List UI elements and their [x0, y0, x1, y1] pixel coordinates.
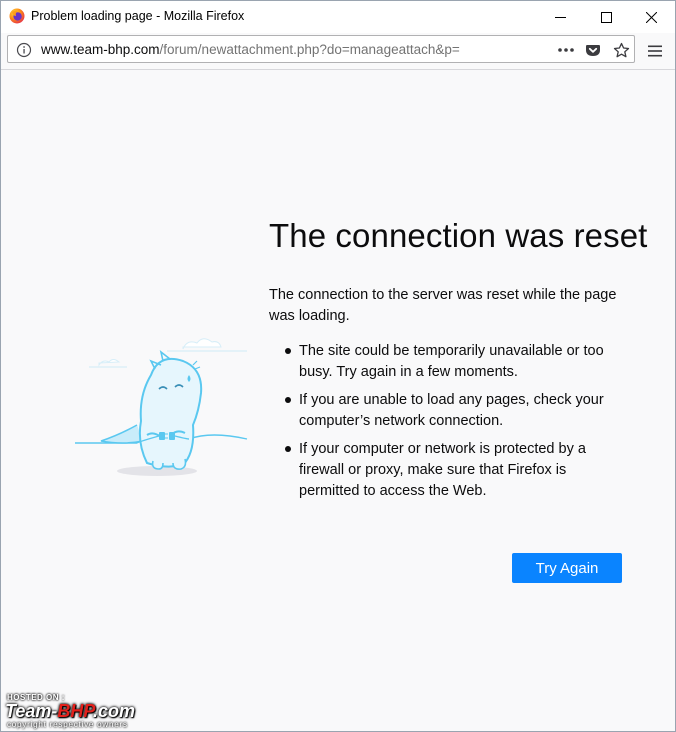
- maximize-button[interactable]: [583, 1, 629, 33]
- star-icon[interactable]: [611, 40, 631, 60]
- error-title: The connection was reset: [269, 217, 648, 254]
- list-item: If you are unable to load any pages, che…: [269, 390, 629, 432]
- watermark-brand-part3: .com: [93, 701, 136, 721]
- browser-window: Problem loading page - Mozilla Firefox w…: [0, 0, 676, 732]
- team-bhp-watermark: HOSTED ON : Team-BHP.com copyright respe…: [5, 691, 205, 729]
- info-icon[interactable]: [16, 42, 32, 58]
- list-item: If your computer or network is protected…: [269, 439, 629, 502]
- hamburger-icon[interactable]: [645, 41, 665, 61]
- window-title: Problem loading page - Mozilla Firefox: [31, 9, 245, 23]
- list-item-text: If your computer or network is protected…: [299, 441, 586, 499]
- watermark-brand-part1: Team-: [5, 701, 58, 721]
- error-description: The connection to the server was reset w…: [269, 287, 617, 324]
- list-item-text: The site could be temporarily unavailabl…: [299, 343, 604, 380]
- close-icon: [645, 11, 657, 23]
- error-page: The connection was reset The connection …: [1, 70, 675, 731]
- nav-bar: www.team-bhp.com/forum/newattachment.php…: [1, 33, 675, 70]
- watermark-brand-part2: BHP: [57, 701, 94, 721]
- try-again-button[interactable]: Try Again: [512, 553, 622, 583]
- minimize-button[interactable]: [537, 1, 583, 33]
- pocket-icon[interactable]: [583, 40, 603, 60]
- firefox-icon: [9, 8, 25, 24]
- url-text[interactable]: www.team-bhp.com/forum/newattachment.php…: [41, 42, 460, 57]
- url-path: /forum/newattachment.php?do=manageattach…: [159, 42, 460, 57]
- list-item: The site could be temporarily unavailabl…: [269, 341, 629, 383]
- url-host: www.team-bhp.com: [41, 42, 160, 57]
- bullet-icon: [285, 348, 291, 354]
- list-item-text: If you are unable to load any pages, che…: [299, 392, 604, 429]
- minimize-icon: [554, 12, 566, 23]
- unplugged-dinosaur-illustration: [71, 335, 251, 480]
- maximize-icon: [600, 11, 612, 23]
- watermark-copyright: copyright respective owners: [7, 720, 128, 729]
- url-bar[interactable]: www.team-bhp.com/forum/newattachment.php…: [7, 35, 635, 63]
- more-dots-icon[interactable]: [556, 40, 576, 60]
- bullet-icon: [285, 397, 291, 403]
- close-button[interactable]: [628, 1, 674, 33]
- watermark-brand: Team-BHP.com: [5, 701, 135, 722]
- title-bar: Problem loading page - Mozilla Firefox: [1, 1, 675, 33]
- bullet-icon: [285, 446, 291, 452]
- error-suggestions-list: The site could be temporarily unavailabl…: [269, 341, 629, 509]
